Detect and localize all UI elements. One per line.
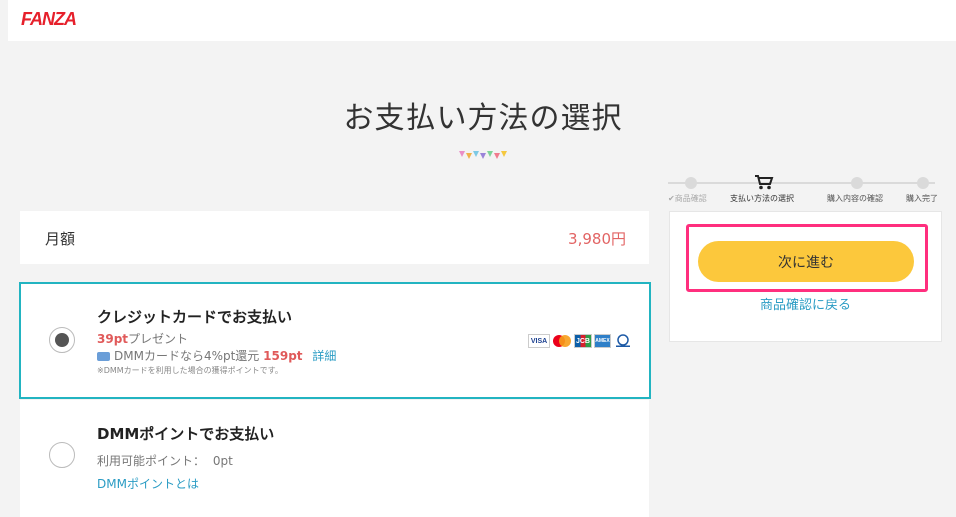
mastercard-icon (552, 334, 572, 348)
step-label-2: 支払い方法の選択 (730, 194, 794, 203)
dmm-card-line: DMMカードなら4%pt還元 159pt 詳細 (97, 347, 336, 364)
credit-points-suffix: プレゼント (128, 332, 189, 346)
dmm-card-icon (97, 352, 110, 361)
bunting-decoration-icon (459, 151, 507, 159)
visa-icon: VISA (528, 334, 550, 348)
dmm-points-info-link[interactable]: DMMポイントとは (97, 475, 199, 492)
diners-icon (613, 334, 633, 348)
fanza-logo[interactable]: FANZA (21, 9, 77, 30)
cart-icon (755, 175, 774, 190)
step-label-4: 購入完了 (906, 194, 938, 203)
detail-link[interactable]: 詳細 (312, 349, 336, 363)
credit-points-value: 39pt (97, 332, 129, 346)
step-dot-1 (685, 177, 697, 189)
dmm-points-title: DMMポイントでお支払い (97, 425, 275, 443)
back-to-product-link[interactable]: 商品確認に戻る (760, 298, 851, 313)
available-points-value: 0pt (212, 454, 233, 468)
step-dot-4 (917, 177, 929, 189)
credit-card-radio[interactable] (49, 327, 75, 353)
page-title: お支払い方法の選択 (343, 101, 623, 136)
top-header: FANZA (8, 0, 956, 41)
jcb-icon: JCB (574, 334, 592, 348)
card-brands: VISA JCB AMEX (528, 334, 633, 348)
dmm-points-radio[interactable] (49, 442, 75, 468)
amount-panel: 月額 3,980円 (20, 211, 649, 264)
checkout-steps: ✔商品確認 支払い方法の選択 購入内容の確認 購入完了 (668, 174, 948, 206)
available-points-line: 利用可能ポイント： 0pt (97, 452, 233, 469)
payment-option-dmm-points[interactable]: DMMポイントでお支払い 利用可能ポイント： 0pt DMMポイントとは (20, 400, 649, 517)
amex-icon: AMEX (594, 334, 611, 348)
payment-option-credit-card[interactable]: クレジットカードでお支払い 39ptプレゼント DMMカードなら4%pt還元 1… (19, 282, 651, 399)
dmm-card-text: DMMカードなら4%pt還元 (114, 349, 260, 363)
amount-label: 月額 (45, 230, 76, 248)
dmm-card-points: 159pt (263, 349, 303, 363)
step-label-1: ✔商品確認 (668, 194, 707, 203)
next-button[interactable]: 次に進む (698, 241, 914, 282)
check-icon: ✔ (668, 194, 675, 203)
credit-points-line: 39ptプレゼント (97, 330, 188, 347)
credit-note: ※DMMカードを利用した場合の獲得ポイントです。 (97, 366, 283, 375)
credit-card-title: クレジットカードでお支払い (97, 308, 293, 326)
amount-value: 3,980円 (568, 230, 626, 248)
back-link-wrap: 商品確認に戻る (669, 294, 942, 313)
step-dot-3 (851, 177, 863, 189)
available-points-label: 利用可能ポイント： (97, 454, 206, 468)
step-label-3: 購入内容の確認 (827, 194, 883, 203)
steps-line (668, 182, 935, 184)
